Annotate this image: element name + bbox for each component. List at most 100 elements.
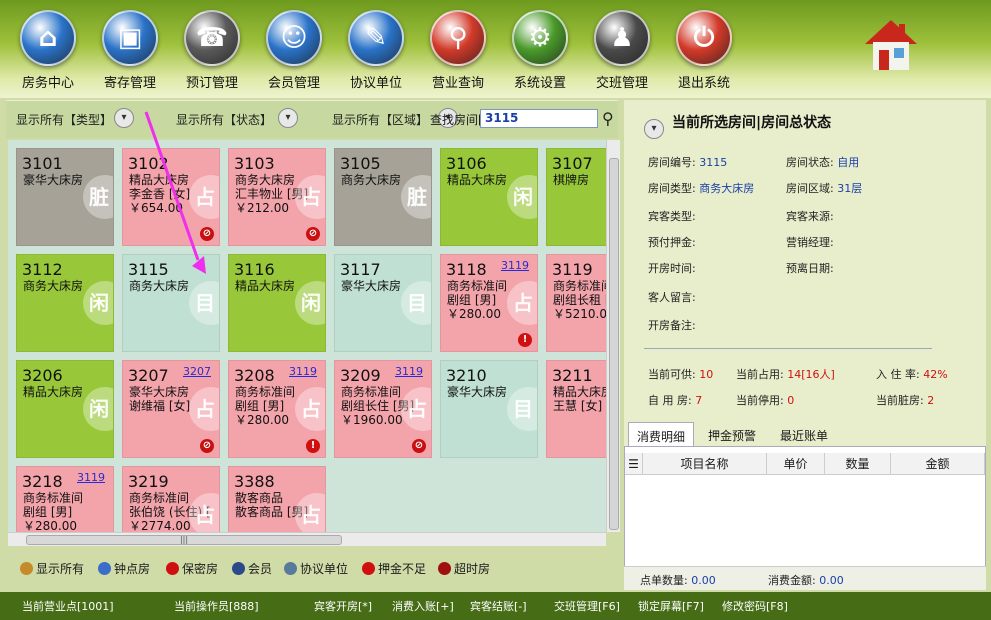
- panel-collapse-icon[interactable]: ▾: [644, 119, 664, 139]
- guest-source-field: 宾客来源:: [786, 210, 834, 223]
- header-unit-price[interactable]: 单价: [767, 453, 825, 475]
- nav-button-4[interactable]: ✎ 协议单位: [336, 6, 416, 94]
- panel-title: 当前所选房间|房间总状态: [672, 115, 832, 131]
- nav-button-2[interactable]: ☎ 预订管理: [172, 6, 252, 94]
- nav-button-8[interactable]: ⏻ 退出系统: [664, 6, 744, 94]
- member-icon: [232, 562, 245, 575]
- room-tile-3219[interactable]: 3219 商务标准间 张伯饶 (长住) [￥2774.00 占: [122, 466, 220, 532]
- room-tile-3102[interactable]: 3102 精品大床房 李金香 [女] ￥654.00 占 ⊘: [122, 148, 220, 246]
- room-tile-3118[interactable]: 3118 商务标准间 剧组 [男] ￥280.00 3119 占!: [440, 254, 538, 352]
- room-detail-line: 豪华大床房: [129, 385, 190, 399]
- legend-item[interactable]: 超时房: [438, 560, 490, 577]
- room-tile-3105[interactable]: 3105 商务大床房脏: [334, 148, 432, 246]
- legend-item[interactable]: 会员: [232, 560, 272, 577]
- room-tile-3209[interactable]: 3209 商务标准间 剧组长住 [男] ￥1960.00 3119 占 ⊘: [334, 360, 432, 458]
- room-tile-3101[interactable]: 3101 豪华大床房脏: [16, 148, 114, 246]
- room-tile-3119[interactable]: 3119商务标准间剧组长租 [￥5210.00: [546, 254, 606, 352]
- room-tile-3388[interactable]: 3388 散客商品 散客商品 [男] 占: [228, 466, 326, 532]
- room-state-icon: 占: [507, 281, 537, 325]
- room-grid-horizontal-scrollbar[interactable]: |||: [8, 532, 606, 546]
- nav-button-6[interactable]: ⚙ 系统设置: [500, 6, 580, 94]
- legend-item[interactable]: 钟点房: [98, 560, 150, 577]
- tab-deposit-alert[interactable]: 押金预警: [700, 422, 764, 446]
- nav-button-0[interactable]: ⌂ 房务中心: [8, 6, 88, 94]
- nav-label: 寄存管理: [103, 76, 156, 91]
- legend-item[interactable]: 显示所有: [20, 560, 84, 577]
- legend-item[interactable]: 保密房: [166, 560, 218, 577]
- linked-room-link[interactable]: 3119: [289, 365, 317, 378]
- type-filter-dropdown[interactable]: ▾: [114, 108, 134, 128]
- room-number: 3210: [446, 366, 487, 385]
- warning-icon: !: [518, 333, 532, 347]
- room-tile-3206[interactable]: 3206 精品大床房闲: [16, 360, 114, 458]
- status-item[interactable]: 宾客结账[-]: [470, 598, 527, 614]
- room-search-input[interactable]: 3115: [480, 109, 598, 128]
- status-item[interactable]: 锁定屏幕[F7]: [638, 598, 704, 614]
- linked-room-link[interactable]: 3119: [501, 259, 529, 272]
- nav-label: 会员管理: [267, 76, 320, 91]
- row-selector-header[interactable]: ☰: [625, 453, 643, 475]
- header-item-name[interactable]: 项目名称: [643, 453, 767, 475]
- tab-consumption[interactable]: 消费明细: [628, 422, 695, 446]
- room-details: 商务标准间 剧组 [男] ￥280.00: [23, 491, 83, 532]
- tab-recent-bills[interactable]: 最近账单: [772, 422, 836, 446]
- status-item[interactable]: 交班管理[F6]: [554, 598, 620, 614]
- room-details: 商务大床房: [341, 173, 401, 187]
- status-item[interactable]: 消费入账[+]: [392, 598, 454, 614]
- linked-room-link[interactable]: 3207: [183, 365, 211, 378]
- room-details: 商务大床房: [129, 279, 189, 293]
- legend-item[interactable]: 协议单位: [284, 560, 348, 577]
- available-stat: 当前可供: 10: [648, 368, 714, 381]
- room-tile-3218[interactable]: 3218 商务标准间 剧组 [男] ￥280.00 3119: [16, 466, 114, 532]
- nav-button-7[interactable]: ♟ 交班管理: [582, 6, 662, 94]
- room-number: 3107: [552, 154, 593, 173]
- nav-button-1[interactable]: ▣ 寄存管理: [90, 6, 170, 94]
- nav-label: 协议单位: [349, 76, 402, 91]
- room-details: 精品大床房: [23, 385, 83, 399]
- room-tile-3112[interactable]: 3112 商务大床房闲: [16, 254, 114, 352]
- nav-button-3[interactable]: ☺ 会员管理: [254, 6, 334, 94]
- room-grid-vertical-scrollbar[interactable]: [606, 140, 620, 532]
- room-details: 豪华大床房 谢维福 [女]: [129, 385, 190, 413]
- house-icon: ⌂: [20, 10, 76, 66]
- legend-item[interactable]: 押金不足: [362, 560, 426, 577]
- header-amount[interactable]: 金额: [891, 453, 985, 475]
- room-number: 3103: [234, 154, 275, 173]
- room-state-icon: 目: [189, 281, 219, 325]
- linked-room-link[interactable]: 3119: [395, 365, 423, 378]
- room-tile-3117[interactable]: 3117 豪华大床房目: [334, 254, 432, 352]
- room-tile-3115[interactable]: 3115 商务大床房目: [122, 254, 220, 352]
- status-item[interactable]: 修改密码[F8]: [722, 598, 788, 614]
- nav-label: 营业查询: [431, 76, 484, 91]
- room-detail-line: 剧组 [男]: [23, 505, 73, 519]
- room-detail-line: 商务大床房: [341, 173, 402, 187]
- room-detail-line: 商务标准间: [447, 279, 508, 293]
- nav-button-5[interactable]: ⚲ 营业查询: [418, 6, 498, 94]
- room-detail-line: 商务标准间: [235, 385, 296, 399]
- linked-room-link[interactable]: 3119: [77, 471, 105, 484]
- agreement-icon: [284, 562, 297, 575]
- bag-icon: ▣: [102, 10, 158, 66]
- detail-tabs: 消费明细 押金预警 最近账单: [624, 422, 986, 446]
- search-icon[interactable]: ⚲: [602, 109, 614, 128]
- room-tile-3107[interactable]: 3107 棋牌房: [546, 148, 606, 246]
- room-state-icon: 脏: [401, 175, 431, 219]
- room-tile-3207[interactable]: 3207 豪华大床房 谢维福 [女] 3207 占 ⊘: [122, 360, 220, 458]
- status-filter-dropdown[interactable]: ▾: [278, 108, 298, 128]
- room-tile-3210[interactable]: 3210 豪华大床房目: [440, 360, 538, 458]
- nav-label: 交班管理: [595, 76, 648, 91]
- room-tile-3116[interactable]: 3116 精品大床房闲: [228, 254, 326, 352]
- room-detail-line: 商务大床房: [23, 279, 84, 293]
- room-detail-line: 豪华大床房: [447, 385, 508, 399]
- no-entry-icon: ⊘: [412, 439, 426, 453]
- selfuse-stat: 自 用 房: 7: [648, 394, 703, 407]
- status-item[interactable]: 宾客开房[*]: [314, 598, 372, 614]
- header-quantity[interactable]: 数量: [825, 453, 891, 475]
- room-tile-3211[interactable]: 3211精品大床房王慧 [女]: [546, 360, 606, 458]
- room-tile-3103[interactable]: 3103 商务大床房 汇丰物业 [男] ￥212.00 占 ⊘: [228, 148, 326, 246]
- room-tile-3106[interactable]: 3106 精品大床房闲: [440, 148, 538, 246]
- room-number: 3218: [22, 472, 63, 491]
- room-tile-3208[interactable]: 3208 商务标准间 剧组 [男] ￥280.00 3119 占!: [228, 360, 326, 458]
- document-icon: ✎: [348, 10, 404, 66]
- room-number: 3106: [446, 154, 487, 173]
